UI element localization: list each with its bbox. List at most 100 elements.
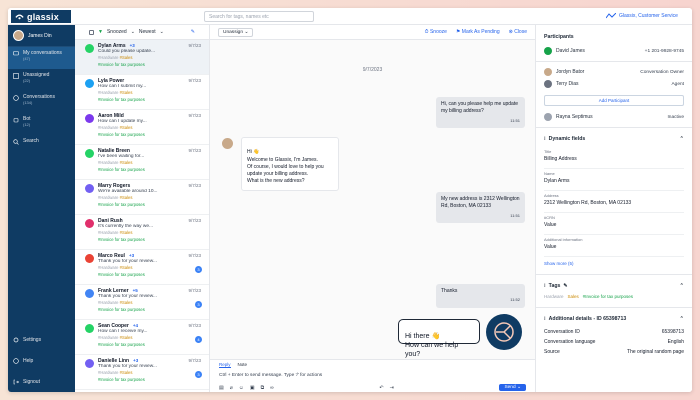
sidebar-item-conversations[interactable]: Conversations (134)	[8, 91, 75, 113]
link-icon[interactable]: ∞	[270, 385, 274, 391]
tab-reply[interactable]: Reply	[219, 362, 231, 368]
top-bar: glassix Search for tags, names etc Glass…	[8, 8, 692, 25]
field-value: Value	[544, 244, 557, 250]
dynamic-field[interactable]: Name Dylan Arms	[544, 169, 684, 191]
conversation-item[interactable]: Danielle Linn +3 9/7/23 Thank you for your …	[75, 355, 209, 390]
edit-icon[interactable]: ✎	[563, 283, 567, 289]
conversation-item[interactable]: Frank Lerner +5 9/7/23 Thank you for your r…	[75, 285, 209, 320]
message-input[interactable]: Ctrl + Enter to send message. Type '/' f…	[210, 370, 535, 381]
google-icon	[85, 289, 94, 298]
filter-icon[interactable]: ▼	[98, 29, 103, 35]
conversation-item[interactable]: Dani Rush 9/7/23 It's currently the way we…	[75, 215, 209, 250]
conversation-item[interactable]: Aaron Mild 9/7/23 How can I update my... #H…	[75, 110, 209, 145]
dynamic-field[interactable]: Title Billing Address	[544, 147, 684, 169]
forward-icon[interactable]: ⇥	[390, 385, 394, 391]
participant-row[interactable]: Jordyn Bator Conversation Owner	[544, 66, 684, 78]
participant-count: +4	[132, 323, 138, 328]
message-text: Hi 👋 Welcome to Glassix, I'm James. Of c…	[247, 149, 324, 185]
add-participant-button[interactable]: Add Participant	[544, 95, 684, 106]
undo-icon[interactable]: ↶	[379, 385, 383, 391]
unassign-dropdown[interactable]: Unassign ⌄	[218, 27, 254, 37]
compose-icon[interactable]: ✎	[191, 29, 195, 35]
send-button[interactable]: Send ⌄	[499, 384, 526, 391]
field-label: Additional information	[544, 237, 583, 242]
menu-icon[interactable]: ▤	[219, 385, 224, 391]
glassix-logo[interactable]: glassix	[11, 10, 71, 23]
sidebar-item-my-conversations[interactable]: My conversations (47)	[8, 47, 75, 69]
conversation-date: 9/7/23	[188, 78, 201, 83]
select-all-checkbox[interactable]	[89, 29, 94, 35]
field-value: Billing Address	[544, 156, 577, 162]
user-profile[interactable]: James Din	[8, 25, 75, 47]
template-icon[interactable]: ⧉	[261, 385, 265, 391]
filter-dropdown[interactable]: Snoozed	[107, 29, 127, 35]
sidebar-item-search[interactable]: Search	[8, 135, 75, 157]
sidebar-item-signout[interactable]: Signout	[8, 371, 75, 392]
field-value: Dylan Arms	[544, 178, 570, 184]
message-text: My new address is 2312 Wellington Rd, Bo…	[441, 196, 520, 210]
dynamic-field[interactable]: #CRN Value	[544, 213, 684, 235]
conversation-date: 9/7/23	[188, 323, 201, 328]
sidebar-item-unassigned[interactable]: Unassigned (22)	[8, 69, 75, 91]
sidebar-item-label: Search	[23, 138, 39, 144]
tag-chip: #Invoice for tax purposes	[98, 376, 145, 382]
sort-dropdown[interactable]: Newest	[139, 29, 156, 35]
participant-row[interactable]: Terry Dias Agent	[544, 78, 684, 90]
tag-chip: #Invoice for tax purposes	[98, 341, 145, 347]
tag-chip: #Hardware	[98, 160, 119, 166]
close-button[interactable]: ⊗ Close	[509, 29, 527, 35]
show-more-link[interactable]: Show more (5)	[544, 257, 684, 270]
tag-chip: #Sales	[119, 195, 133, 201]
tag-list: #Invoice for tax purposes	[98, 167, 205, 173]
conversation-item[interactable]: Sean Cooper +4 9/7/23 How can I receive my.…	[75, 320, 209, 355]
tag-list: #Invoice for tax purposes	[98, 97, 205, 103]
conversation-item[interactable]: Marco Reul +3 9/7/23 Thank you for your rev…	[75, 250, 209, 285]
dynamic-field[interactable]: Address 2312 Wellington Rd, Boston, MA 02…	[544, 191, 684, 213]
chat-widget-button[interactable]	[486, 314, 522, 350]
contact-name: Marry Rogers	[98, 183, 131, 189]
participant-name: Jordyn Bator	[556, 69, 585, 75]
detail-key: Source	[544, 349, 560, 355]
tag-chip[interactable]: Sales	[568, 294, 579, 299]
tag-chip: #Hardware	[98, 265, 119, 271]
tags-header[interactable]: ⁝ Tags ✎ ⌃	[544, 279, 684, 294]
emoji-icon[interactable]: ☺	[239, 385, 244, 391]
participant-row[interactable]: Rayna Septimus Inactive	[544, 111, 684, 123]
snooze-button[interactable]: ⏱ Snooze	[425, 29, 447, 35]
tag-chip: #Hardware	[98, 195, 119, 201]
tag-chip: #Hardware	[98, 300, 119, 306]
detail-key: Conversation language	[544, 339, 596, 345]
participant-row[interactable]: David James +1 201-9928-9745	[544, 45, 684, 57]
tag-list: #Invoice for tax purposes	[98, 272, 205, 278]
sidebar-item-settings[interactable]: Settings	[8, 329, 75, 350]
search-input[interactable]: Search for tags, names etc	[204, 11, 314, 22]
attach-icon[interactable]: ⌀	[230, 385, 233, 391]
tag-chip: #Sales	[119, 90, 133, 96]
message-bubble: My new address is 2312 Wellington Rd, Bo…	[436, 192, 525, 223]
image-icon[interactable]: ▣	[250, 385, 255, 391]
detail-value: The original random page	[627, 349, 684, 355]
conversation-item[interactable]: Marry Rogers 9/7/23 We're available around…	[75, 180, 209, 215]
tag-chip[interactable]: #Invoice for tax purposes	[583, 294, 633, 299]
chat-widget-greeting[interactable]: Hi there 👋 How can we help you?	[398, 319, 480, 358]
account-switcher[interactable]: Glassix, Customer Service	[606, 13, 678, 19]
sidebar-item-bot[interactable]: Bot (12)	[8, 113, 75, 135]
avatar	[13, 30, 24, 41]
chevron-up-icon: ⌃	[679, 283, 684, 289]
contact-name: Sean Cooper	[98, 323, 129, 329]
tag-chip[interactable]: Hardware	[544, 294, 564, 299]
tab-note[interactable]: Note	[238, 362, 248, 368]
conversation-item[interactable]: Lyla Power 9/7/23 How can I submit my... #H…	[75, 75, 209, 110]
viber-icon	[85, 184, 94, 193]
tag-chip: #Hardware	[98, 335, 119, 341]
bot-icon	[13, 118, 19, 123]
conversation-item[interactable]: Dylan Arms +3 9/7/23 Could you please updat…	[75, 40, 209, 75]
sidebar-item-help[interactable]: Help	[8, 350, 75, 371]
additional-details-header[interactable]: ⁝ Additional details - ID 65398713 ⌃	[544, 312, 684, 327]
agent-avatar	[222, 138, 233, 149]
dynamic-field[interactable]: Additional information Value	[544, 235, 684, 257]
dynamic-fields-header[interactable]: ⁝ Dynamic fields ⌃	[544, 132, 684, 147]
expand-icon: ⁝	[544, 136, 546, 142]
conversation-item[interactable]: Natalie Breen 9/7/23 I've been waiting for…	[75, 145, 209, 180]
mark-pending-button[interactable]: ⚑ Mark As Pending	[456, 29, 500, 35]
